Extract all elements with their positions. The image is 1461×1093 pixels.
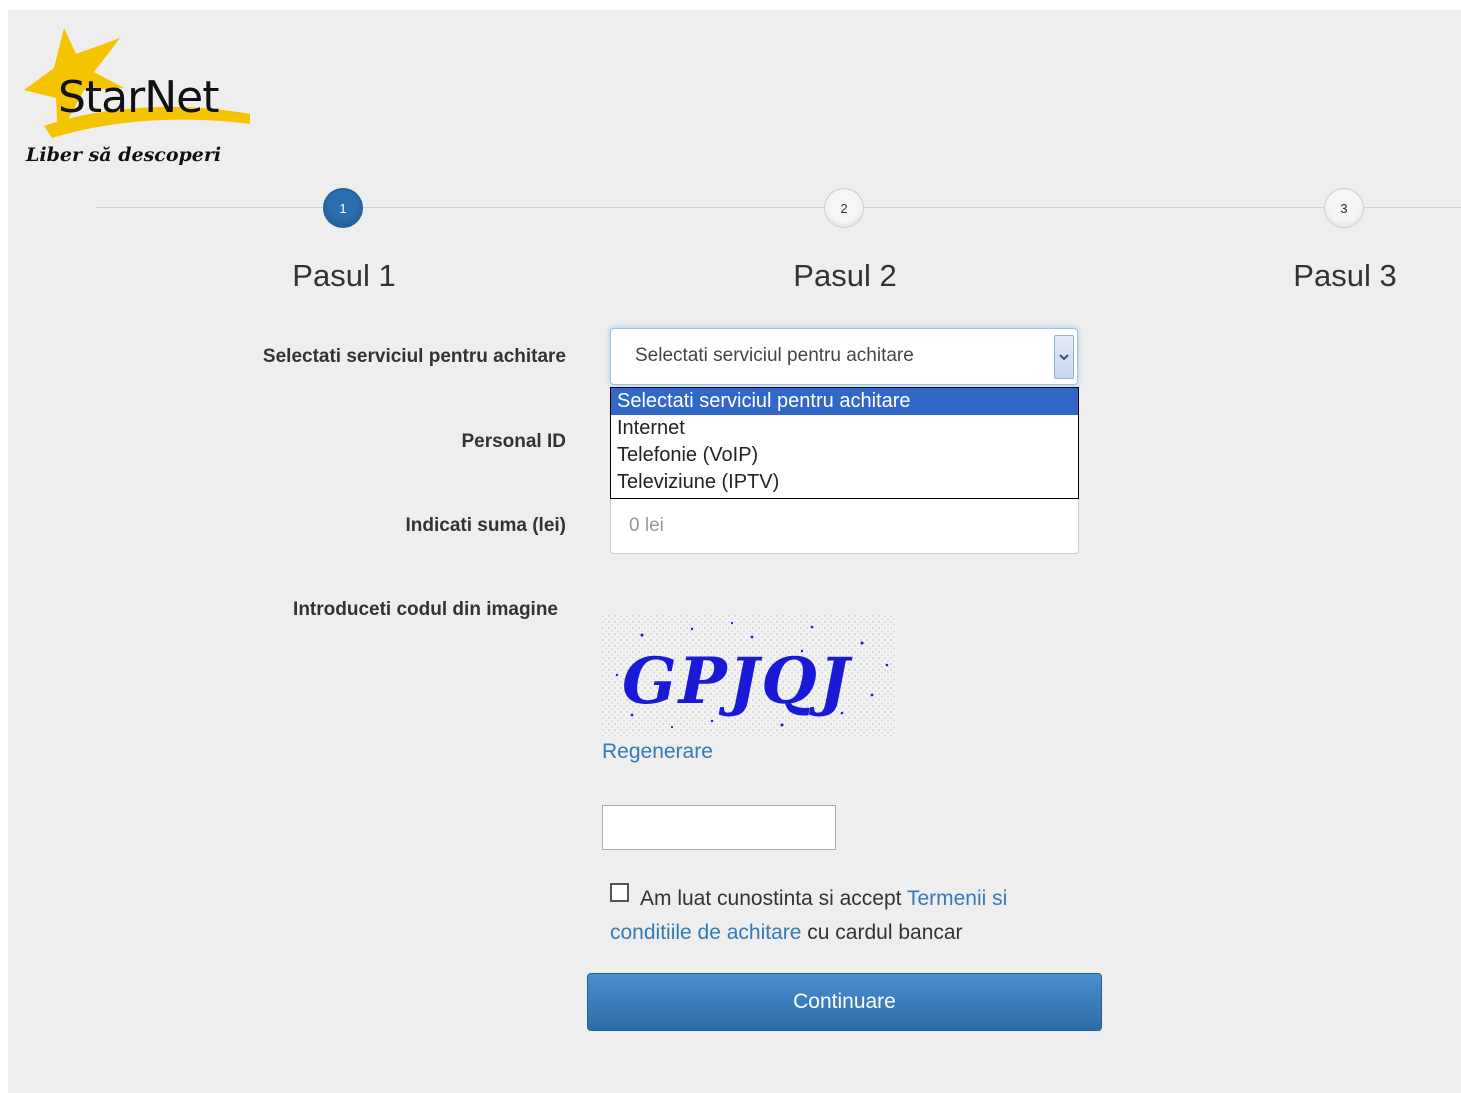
chevron-down-icon[interactable] [1054, 335, 1074, 379]
brand-tagline: Liber să descoperi [26, 144, 222, 166]
step-1-label: Pasul 1 [292, 258, 396, 293]
steps-progress-line [96, 207, 1461, 208]
step-3-indicator: 3 [1324, 188, 1364, 228]
terms-prefix: Am luat cunostinta si accept [640, 887, 902, 910]
service-select-value: Selectati serviciul pentru achitare [635, 345, 914, 366]
service-label: Selectati serviciul pentru achitare [262, 346, 566, 367]
service-dropdown-list[interactable]: Selectati serviciul pentru achitare Inte… [610, 387, 1079, 499]
starnet-logo[interactable]: StarNet Liber să descoperi [24, 28, 254, 188]
service-select[interactable]: Selectati serviciul pentru achitare [610, 328, 1078, 385]
brand-name: StarNet [58, 72, 219, 123]
amount-placeholder: 0 lei [629, 515, 664, 536]
personal-id-label: Personal ID [461, 431, 566, 452]
step-2-label: Pasul 2 [793, 258, 897, 293]
terms-suffix: cu cardul bancar [807, 921, 963, 944]
step-1-indicator: 1 [323, 188, 363, 228]
dropdown-option-voip[interactable]: Telefonie (VoIP) [611, 442, 1078, 469]
terms-text: Am luat cunostinta si accept Termenii si… [610, 882, 1030, 950]
dropdown-option-internet[interactable]: Internet [611, 415, 1078, 442]
page-panel: StarNet Liber să descoperi 1 2 3 Pasul 1… [8, 10, 1461, 1093]
dropdown-option-placeholder[interactable]: Selectati serviciul pentru achitare [611, 388, 1078, 415]
dropdown-option-iptv[interactable]: Televiziune (IPTV) [611, 469, 1078, 496]
amount-label: Indicati suma (lei) [405, 515, 566, 536]
captcha-label: Introduceti codul din imagine [293, 599, 558, 620]
regenerate-captcha-link[interactable]: Regenerare [602, 740, 713, 764]
step-3-label: Pasul 3 [1293, 258, 1397, 293]
captcha-image: GPJQJ [602, 615, 896, 736]
captcha-code-input[interactable] [602, 805, 836, 850]
step-2-indicator: 2 [824, 188, 864, 228]
continue-button[interactable]: Continuare [587, 973, 1102, 1031]
captcha-text: GPJQJ [622, 644, 853, 719]
